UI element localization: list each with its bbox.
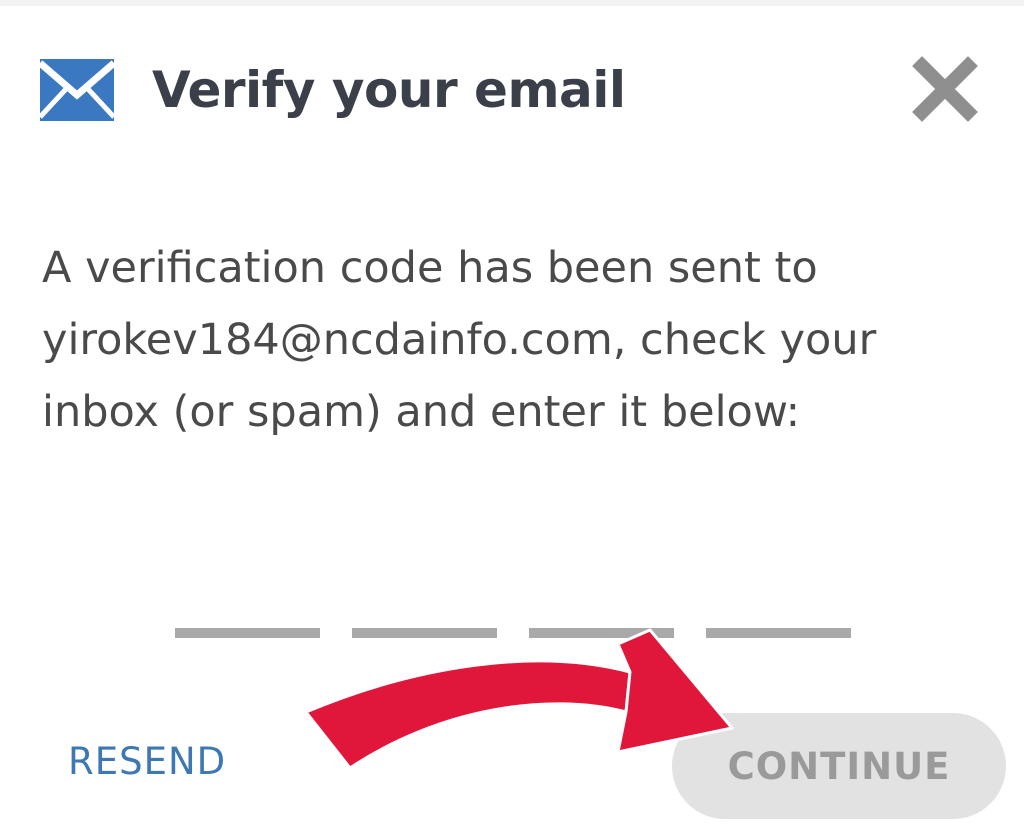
message-line: yirokev184@ncdainfo.com, check your (42, 315, 877, 365)
code-slot-1[interactable] (175, 628, 320, 638)
code-slot-3[interactable] (529, 628, 674, 638)
top-edge (0, 0, 1024, 6)
mail-icon (40, 59, 114, 121)
code-slot-2[interactable] (352, 628, 497, 638)
resend-button[interactable]: RESEND (68, 740, 226, 783)
code-input[interactable] (175, 628, 851, 638)
verification-message: A verification code has been sent to yir… (42, 232, 992, 448)
close-icon[interactable] (912, 56, 978, 122)
message-line: inbox (or spam) and enter it below: (42, 387, 801, 437)
verify-email-dialog: Verify your email A verification code ha… (0, 0, 1024, 836)
code-slot-4[interactable] (706, 628, 851, 638)
dialog-title: Verify your email (152, 61, 626, 119)
continue-button[interactable]: CONTINUE (672, 713, 1006, 819)
dialog-header: Verify your email (40, 52, 626, 128)
message-line: A verification code has been sent to (42, 243, 818, 293)
